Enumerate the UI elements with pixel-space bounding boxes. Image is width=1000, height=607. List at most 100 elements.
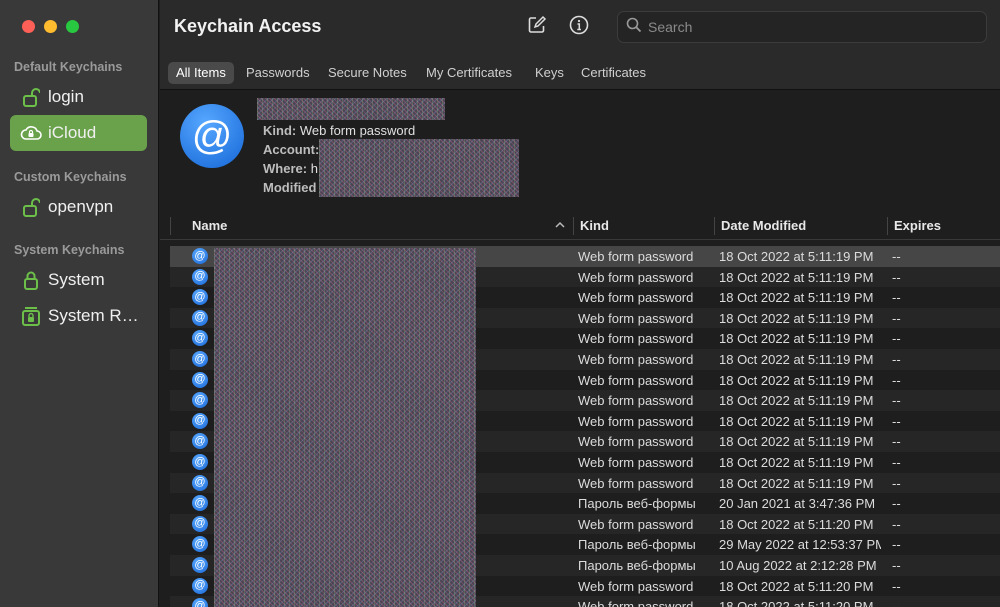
row-kind: Web form password — [578, 578, 694, 594]
info-icon — [569, 15, 589, 40]
section-heading-custom: Custom Keychains — [14, 170, 127, 184]
column-header-expires[interactable]: Expires — [894, 218, 941, 233]
web-form-at-icon: @ — [192, 412, 208, 429]
row-kind: Пароль веб-формы — [578, 496, 696, 512]
row-kind: Web form password — [578, 310, 694, 326]
locked-padlock-icon — [20, 269, 42, 291]
toolbar: Keychain Access — [160, 0, 1000, 56]
detail-kind-label: Kind: — [263, 123, 297, 138]
row-kind: Web form password — [578, 372, 694, 388]
sidebar-item-system-roots[interactable]: System R… — [10, 298, 147, 334]
sidebar-item-label: System — [48, 270, 105, 289]
row-kind: Web form password — [578, 393, 694, 409]
detail-modified: Modified — [263, 180, 316, 195]
row-date-modified: 18 Oct 2022 at 5:11:19 PM — [719, 434, 874, 450]
web-form-at-icon: @ — [192, 392, 208, 409]
web-form-at-icon: @ — [192, 268, 208, 285]
row-date-modified: 18 Oct 2022 at 5:11:20 PM — [719, 599, 874, 607]
item-detail-panel: @ Kind: Web form password Account: Where… — [160, 91, 1000, 209]
web-form-at-icon: @ — [192, 557, 208, 573]
web-form-at-icon: @ — [192, 433, 208, 450]
row-kind: Web form password — [578, 434, 694, 450]
detail-account: Account: — [263, 142, 319, 157]
redacted-name-column — [214, 248, 476, 607]
web-form-at-icon: @ — [192, 495, 208, 512]
compose-button[interactable] — [524, 14, 550, 40]
category-tab-bar: All Items Passwords Secure Notes My Cert… — [160, 56, 1000, 90]
row-date-modified: 18 Oct 2022 at 5:11:19 PM — [719, 372, 874, 388]
tab-certificates[interactable]: Certificates — [573, 62, 654, 84]
row-date-modified: 10 Aug 2022 at 2:12:28 PM — [719, 558, 877, 573]
web-form-at-icon: @ — [192, 289, 208, 306]
row-date-modified: 29 May 2022 at 12:53:37 PM — [719, 537, 881, 553]
row-kind: Web form password — [578, 269, 694, 285]
column-separator — [887, 217, 888, 235]
row-kind: Web form password — [578, 413, 694, 429]
row-expires: -- — [892, 475, 901, 491]
web-form-at-icon: @ — [192, 536, 208, 553]
web-form-at-icon: @ — [192, 577, 208, 594]
web-form-at-icon: @ — [192, 248, 208, 264]
tab-keys[interactable]: Keys — [527, 62, 572, 84]
detail-account-label: Account: — [263, 142, 320, 157]
web-form-at-icon: @ — [192, 474, 208, 491]
row-date-modified: 18 Oct 2022 at 5:11:19 PM — [719, 475, 874, 491]
sidebar-item-system[interactable]: System — [10, 262, 147, 298]
row-expires: -- — [892, 310, 901, 326]
info-button[interactable] — [566, 14, 592, 40]
tab-my-certificates[interactable]: My Certificates — [418, 62, 520, 84]
row-date-modified: 18 Oct 2022 at 5:11:19 PM — [719, 331, 874, 347]
sidebar-item-login[interactable]: login — [10, 79, 147, 115]
column-header-date-modified[interactable]: Date Modified — [721, 218, 806, 233]
minimize-window-button[interactable] — [44, 20, 57, 33]
row-expires: -- — [892, 578, 901, 594]
row-expires: -- — [892, 269, 901, 285]
tab-all-items[interactable]: All Items — [168, 62, 234, 84]
row-date-modified: 18 Oct 2022 at 5:11:19 PM — [719, 269, 874, 285]
row-kind: Пароль веб-формы — [578, 537, 696, 553]
zoom-window-button[interactable] — [66, 20, 79, 33]
row-expires: -- — [892, 455, 901, 470]
detail-modified-label: Modified — [263, 180, 317, 195]
column-header-kind[interactable]: Kind — [580, 218, 609, 233]
detail-kind-value: Web form password — [299, 123, 416, 138]
unlocked-padlock-icon — [20, 196, 42, 218]
tab-secure-notes[interactable]: Secure Notes — [320, 62, 415, 84]
row-expires: -- — [892, 516, 901, 532]
row-date-modified: 18 Oct 2022 at 5:11:19 PM — [719, 455, 874, 470]
tab-passwords[interactable]: Passwords — [238, 62, 318, 84]
sidebar-item-icloud[interactable]: iCloud — [10, 115, 147, 151]
sidebar-item-openvpn[interactable]: openvpn — [10, 189, 147, 225]
row-date-modified: 18 Oct 2022 at 5:11:20 PM — [719, 516, 874, 532]
web-form-at-icon: @ — [180, 104, 244, 168]
column-header-name[interactable]: Name — [192, 218, 227, 233]
row-expires: -- — [892, 393, 901, 409]
row-expires: -- — [892, 413, 901, 429]
row-kind: Web form password — [578, 516, 694, 532]
detail-where-label: Where: — [263, 161, 308, 176]
detail-where-value: h — [310, 161, 318, 176]
search-input[interactable] — [648, 19, 948, 35]
cloud-lock-icon — [20, 122, 42, 144]
web-form-at-icon: @ — [192, 351, 208, 367]
column-separator — [170, 217, 171, 235]
close-window-button[interactable] — [22, 20, 35, 33]
row-kind: Web form password — [578, 599, 694, 607]
column-separator — [714, 217, 715, 235]
row-date-modified: 18 Oct 2022 at 5:11:19 PM — [719, 393, 874, 409]
row-expires: -- — [892, 434, 901, 450]
row-date-modified: 18 Oct 2022 at 5:11:19 PM — [719, 310, 874, 326]
search-icon — [626, 17, 642, 38]
web-form-at-icon: @ — [192, 309, 208, 326]
row-expires: -- — [892, 372, 901, 388]
row-expires: -- — [892, 290, 901, 306]
unlocked-padlock-icon — [20, 86, 42, 108]
row-date-modified: 18 Oct 2022 at 5:11:19 PM — [719, 413, 874, 429]
search-field[interactable] — [617, 11, 987, 43]
window-controls — [22, 20, 79, 33]
row-kind: Web form password — [578, 455, 694, 470]
sort-chevron-up-icon[interactable] — [554, 218, 566, 236]
column-separator — [573, 217, 574, 235]
main-panel: Keychain Access All Items Passwords Secu… — [160, 0, 1000, 607]
row-expires: -- — [892, 599, 901, 607]
